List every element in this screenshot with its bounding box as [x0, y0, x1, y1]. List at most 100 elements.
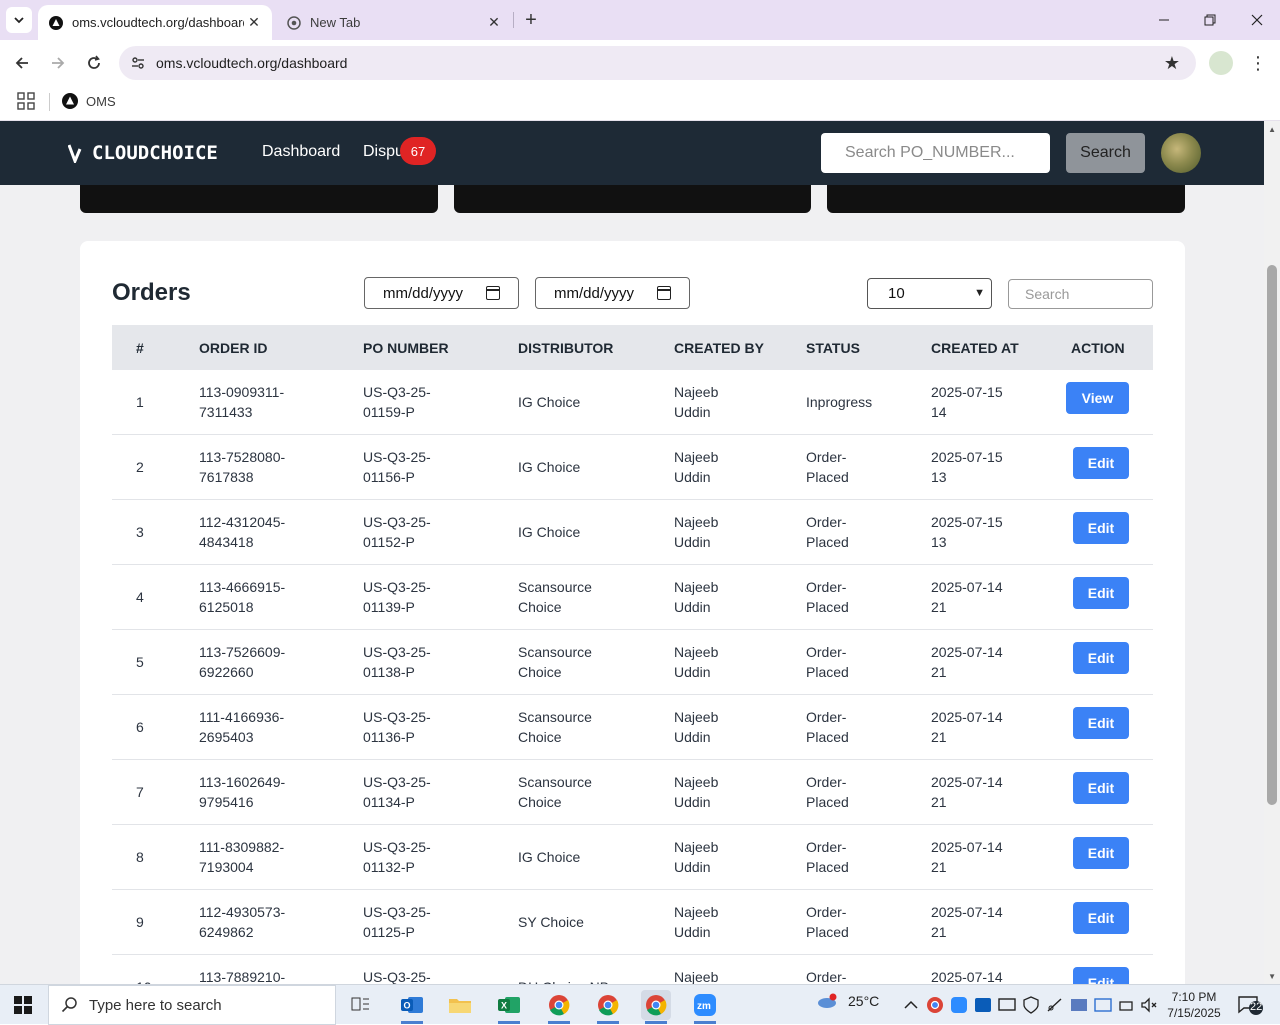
- edit-button[interactable]: Edit: [1073, 512, 1129, 544]
- system-clock[interactable]: 7:10 PM 7/15/2025: [1162, 989, 1226, 1021]
- order-id-cell-line: 112-4930573-: [199, 904, 286, 920]
- task-view-icon[interactable]: [345, 990, 375, 1020]
- site-info-icon[interactable]: [128, 53, 148, 73]
- bookmark-oms[interactable]: OMS: [62, 90, 116, 112]
- minimize-icon[interactable]: [1152, 8, 1176, 32]
- edit-button[interactable]: Edit: [1073, 707, 1129, 739]
- status-cell-line: Order-: [806, 579, 847, 595]
- distributor-cell-line: Scansource: [518, 774, 592, 790]
- wifi-tray-icon[interactable]: [1118, 996, 1136, 1014]
- tab-search-button[interactable]: [6, 7, 32, 33]
- scrollbar-thumb[interactable]: [1267, 265, 1277, 805]
- restore-icon[interactable]: [1198, 8, 1222, 32]
- status-cell: Order- Placed: [806, 577, 849, 617]
- created-at-cell: 2025-07-14 21: [931, 902, 1003, 942]
- date-from-input[interactable]: mm/dd/yyyy: [364, 277, 519, 309]
- status-cell-line: Placed: [806, 469, 849, 485]
- order-id-cell: 113-1602649- 9795416: [199, 772, 285, 812]
- vpn-tray-icon[interactable]: [1070, 996, 1088, 1014]
- url-text[interactable]: oms.vcloudtech.org/dashboard: [156, 55, 1160, 71]
- zoom-tray-icon[interactable]: [950, 996, 968, 1014]
- po-number-cell-line: US-Q3-25-: [363, 904, 431, 920]
- edit-button[interactable]: Edit: [1073, 642, 1129, 674]
- created-at-cell-line: 2025-07-14: [931, 579, 1003, 595]
- created-at-cell-line: 21: [931, 729, 947, 745]
- scroll-up-arrow-icon[interactable]: ▲: [1268, 125, 1276, 134]
- close-tab-icon[interactable]: ✕: [244, 13, 264, 33]
- nav-dashboard[interactable]: Dashboard: [262, 143, 340, 161]
- apps-grid-icon[interactable]: [17, 92, 35, 110]
- reload-icon[interactable]: [82, 51, 106, 75]
- order-id-cell: 111-4166936- 2695403: [199, 707, 284, 747]
- windows-start-icon[interactable]: [14, 996, 32, 1014]
- volume-muted-icon[interactable]: [1140, 996, 1158, 1014]
- scrollbar[interactable]: ▲ ▼: [1264, 121, 1280, 984]
- tray-chevron-up-icon[interactable]: [902, 996, 920, 1014]
- chrome-icon[interactable]: [544, 990, 574, 1024]
- row-index-cell: 7: [136, 784, 144, 800]
- new-tab-plus-icon[interactable]: +: [519, 8, 543, 32]
- kebab-menu-icon[interactable]: ⋮: [1248, 51, 1268, 75]
- table-search-input[interactable]: [1008, 279, 1153, 309]
- calendar-icon[interactable]: [657, 286, 671, 300]
- weather-widget[interactable]: 25°C: [816, 993, 879, 1009]
- outlook-icon[interactable]: O: [397, 990, 427, 1024]
- file-explorer-icon[interactable]: [445, 990, 475, 1020]
- date-to-input[interactable]: mm/dd/yyyy: [535, 277, 690, 309]
- forward-arrow-icon[interactable]: [46, 51, 70, 75]
- view-button[interactable]: View: [1066, 382, 1129, 414]
- chrome-profile-icon[interactable]: [593, 990, 623, 1024]
- calendar-icon[interactable]: [486, 286, 500, 300]
- created-by-cell: Najeeb Uddin: [674, 902, 718, 942]
- nav-disputes[interactable]: Dispu: [363, 143, 404, 161]
- back-arrow-icon[interactable]: [10, 51, 34, 75]
- po-number-cell-line: US-Q3-25-: [363, 969, 431, 984]
- bookmark-star-icon[interactable]: ★: [1160, 51, 1184, 75]
- edit-button[interactable]: Edit: [1073, 772, 1129, 804]
- user-avatar[interactable]: [1161, 133, 1201, 173]
- close-window-icon[interactable]: [1245, 8, 1269, 32]
- order-id-cell: 113-7889210-: [199, 967, 285, 984]
- page-size-select[interactable]: 10 ▼: [867, 278, 992, 309]
- outlook-tray-icon[interactable]: [974, 996, 992, 1014]
- chrome-active-icon[interactable]: [641, 990, 671, 1024]
- po-number-cell: US-Q3-25- 01138-P: [363, 642, 431, 682]
- col-index: #: [136, 340, 144, 356]
- network-tray-icon[interactable]: [1046, 996, 1064, 1014]
- chrome-tray-icon[interactable]: [926, 996, 944, 1014]
- status-cell-line: Order-: [806, 709, 847, 725]
- keyboard-tray-icon[interactable]: [1094, 996, 1112, 1014]
- distributor-cell-line: Choice: [518, 729, 562, 745]
- notification-center[interactable]: 22: [1238, 995, 1264, 1015]
- taskbar-search-box[interactable]: Type here to search: [48, 985, 336, 1025]
- notification-count: 22: [1250, 1001, 1263, 1013]
- po-number-search-input[interactable]: [821, 133, 1050, 173]
- shield-tray-icon[interactable]: [1022, 996, 1040, 1014]
- edit-button[interactable]: Edit: [1073, 902, 1129, 934]
- order-id-cell-line: 111-4166936-: [199, 709, 285, 725]
- edit-button[interactable]: Edit: [1073, 577, 1129, 609]
- row-index-cell: 3: [136, 524, 144, 540]
- excel-icon[interactable]: X: [494, 990, 524, 1024]
- tab-new-tab[interactable]: New Tab ✕: [276, 5, 512, 40]
- temperature: 25°C: [848, 993, 880, 1009]
- po-number-cell-line: US-Q3-25-: [363, 774, 431, 790]
- tab-dashboard[interactable]: oms.vcloudtech.org/dashboard ✕: [38, 5, 272, 40]
- search-button[interactable]: Search: [1066, 133, 1145, 173]
- close-tab-icon[interactable]: ✕: [484, 13, 504, 33]
- edit-button[interactable]: Edit: [1073, 447, 1129, 479]
- zoom-icon[interactable]: zm: [690, 990, 720, 1024]
- scroll-down-arrow-icon[interactable]: ▼: [1268, 972, 1276, 981]
- edit-button[interactable]: Edit: [1073, 837, 1129, 869]
- browser-toolbar: oms.vcloudtech.org/dashboard ★ ⋮: [0, 40, 1280, 86]
- edit-button[interactable]: Edit: [1073, 967, 1129, 984]
- display-tray-icon[interactable]: [998, 996, 1016, 1014]
- table-row: 2 113-7528080- 7617838 US-Q3-25- 01156-P IG C…: [112, 435, 1153, 500]
- cloudchoice-logo[interactable]: CLOUDCHOICE: [68, 142, 218, 164]
- table-row: 3 112-4312045- 4843418 US-Q3-25- 01152-P IG C…: [112, 500, 1153, 565]
- table-row: 8 111-8309882- 7193004 US-Q3-25- 01132-P IG C…: [112, 825, 1153, 890]
- profile-avatar-icon[interactable]: [1209, 51, 1233, 75]
- distributor-cell: IG Choice: [518, 522, 580, 542]
- address-bar[interactable]: oms.vcloudtech.org/dashboard ★: [119, 46, 1196, 80]
- po-number-cell-line: US-Q3-25-: [363, 579, 431, 595]
